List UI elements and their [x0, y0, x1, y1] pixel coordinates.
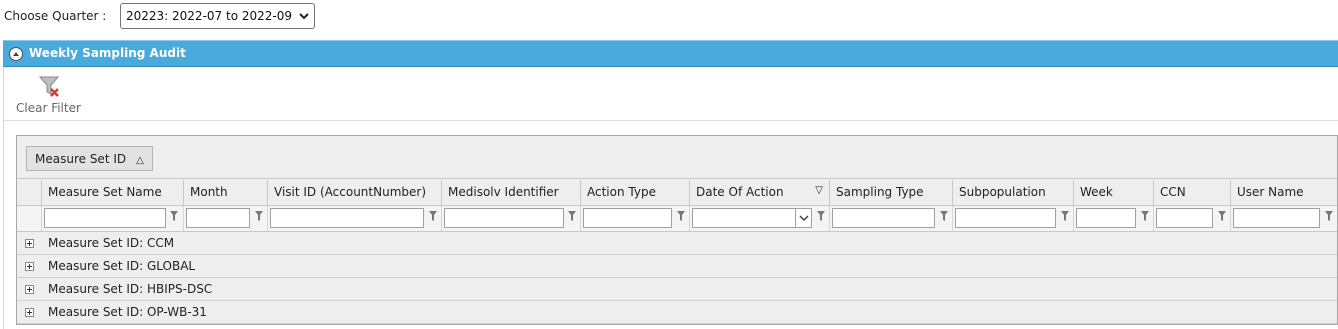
- column-header[interactable]: Subpopulation: [952, 180, 1073, 205]
- filter-cell: [183, 206, 267, 231]
- expand-plus-icon[interactable]: [25, 285, 34, 294]
- filter-icon[interactable]: [169, 210, 179, 224]
- clear-filter-label: Clear Filter: [16, 101, 81, 115]
- panel-header: Weekly Sampling Audit: [3, 40, 1338, 67]
- column-header-label: Date Of Action: [696, 185, 784, 199]
- group-row[interactable]: Measure Set ID: GLOBAL: [17, 255, 1337, 278]
- filter-icon[interactable]: [676, 210, 686, 224]
- date-dropdown-button[interactable]: [795, 209, 811, 227]
- group-row-label: Measure Set ID: HBIPS-DSC: [48, 282, 213, 296]
- column-header-date-of-action[interactable]: Date Of Action ▽: [689, 180, 829, 205]
- filter-icon[interactable]: [428, 210, 438, 224]
- filter-cell: [580, 206, 689, 231]
- expand-plus-icon[interactable]: [25, 239, 34, 248]
- column-header-label: Month: [190, 185, 228, 199]
- filter-input[interactable]: [186, 208, 250, 228]
- filter-cell: [829, 206, 952, 231]
- filter-input[interactable]: [270, 208, 424, 228]
- filter-cell: [1073, 206, 1153, 231]
- date-filter-input[interactable]: [692, 208, 812, 228]
- column-header-label: Measure Set Name: [48, 185, 162, 199]
- filter-icon[interactable]: [567, 210, 577, 224]
- filter-input[interactable]: [955, 208, 1056, 228]
- filter-input[interactable]: [1076, 208, 1136, 228]
- filter-input[interactable]: [44, 208, 166, 228]
- filter-icon[interactable]: [1217, 210, 1227, 224]
- toolbar-divider: [4, 120, 1338, 121]
- filter-input[interactable]: [832, 208, 935, 228]
- column-header[interactable]: Medisolv Identifier: [441, 180, 580, 205]
- quarter-select[interactable]: 20223: 2022-07 to 2022-09: [120, 3, 315, 29]
- expand-plus-icon[interactable]: [25, 262, 34, 271]
- clear-filter-button[interactable]: Clear Filter: [16, 75, 88, 115]
- quarter-select-value: 20223: 2022-07 to 2022-09: [126, 9, 292, 23]
- column-header-label: Medisolv Identifier: [448, 185, 559, 199]
- expand-plus-icon[interactable]: [25, 308, 34, 317]
- filter-icon[interactable]: [1140, 210, 1150, 224]
- filter-input[interactable]: [583, 208, 672, 228]
- column-header-label: Action Type: [587, 185, 656, 199]
- column-header-label: Visit ID (AccountNumber): [274, 185, 426, 199]
- filter-icon[interactable]: [1324, 210, 1334, 224]
- filter-spacer: [17, 206, 41, 231]
- group-row-label: Measure Set ID: CCM: [48, 236, 175, 250]
- group-row[interactable]: Measure Set ID: CCM: [17, 232, 1337, 255]
- filter-cell: [441, 206, 580, 231]
- column-header[interactable]: Measure Set Name: [41, 180, 183, 205]
- filter-input[interactable]: [444, 208, 564, 228]
- collapse-up-icon[interactable]: [9, 47, 23, 61]
- column-header[interactable]: User Name: [1230, 180, 1337, 205]
- filter-cell: [41, 206, 183, 231]
- header-spacer: [17, 180, 41, 205]
- column-header[interactable]: Month: [183, 180, 267, 205]
- sort-ascending-icon: △: [136, 155, 144, 166]
- filter-input[interactable]: [1233, 208, 1320, 228]
- group-row-label: Measure Set ID: GLOBAL: [48, 259, 196, 273]
- filter-icon[interactable]: [254, 210, 264, 224]
- funnel-clear-icon: [38, 76, 60, 97]
- grid-header: Measure Set Name Month Visit ID (Account…: [17, 180, 1337, 206]
- filter-icon[interactable]: [1060, 210, 1070, 224]
- quarter-label: Choose Quarter :: [4, 9, 107, 23]
- column-header[interactable]: Sampling Type: [829, 180, 952, 205]
- filter-icon[interactable]: [939, 210, 949, 224]
- column-header[interactable]: Visit ID (AccountNumber): [267, 180, 441, 205]
- column-header-label: Sampling Type: [836, 185, 924, 199]
- filter-cell: [1153, 206, 1230, 231]
- group-by-chip-label: Measure Set ID: [35, 152, 127, 166]
- group-row[interactable]: Measure Set ID: HBIPS-DSC: [17, 278, 1337, 301]
- column-header-label: User Name: [1237, 185, 1304, 199]
- column-header-label: Subpopulation: [959, 185, 1046, 199]
- chevron-down-icon: [799, 215, 809, 222]
- filter-icon[interactable]: [816, 210, 826, 224]
- filter-row: [17, 206, 1337, 232]
- quarter-bar: Choose Quarter : 20223: 2022-07 to 2022-…: [0, 0, 1338, 36]
- column-header[interactable]: CCN: [1153, 180, 1230, 205]
- filter-cell: [1230, 206, 1337, 231]
- sort-descending-icon: ▽: [815, 185, 823, 196]
- panel-title: Weekly Sampling Audit: [29, 46, 186, 60]
- filter-input[interactable]: [1156, 208, 1213, 228]
- chevron-down-icon: [299, 13, 309, 20]
- filter-cell: [952, 206, 1073, 231]
- filter-cell-date: [689, 206, 829, 231]
- group-by-panel: Measure Set ID △: [17, 136, 1337, 179]
- group-row[interactable]: Measure Set ID: OP-WB-31: [17, 301, 1337, 324]
- column-header[interactable]: Action Type: [580, 180, 689, 205]
- column-header-label: Week: [1080, 185, 1113, 199]
- audit-grid: Measure Set ID △ Measure Set Name Month V…: [16, 135, 1338, 325]
- group-row-label: Measure Set ID: OP-WB-31: [48, 305, 207, 319]
- column-header-label: CCN: [1160, 185, 1186, 199]
- filter-cell: [267, 206, 441, 231]
- column-header[interactable]: Week: [1073, 180, 1153, 205]
- group-by-chip[interactable]: Measure Set ID △: [26, 146, 153, 171]
